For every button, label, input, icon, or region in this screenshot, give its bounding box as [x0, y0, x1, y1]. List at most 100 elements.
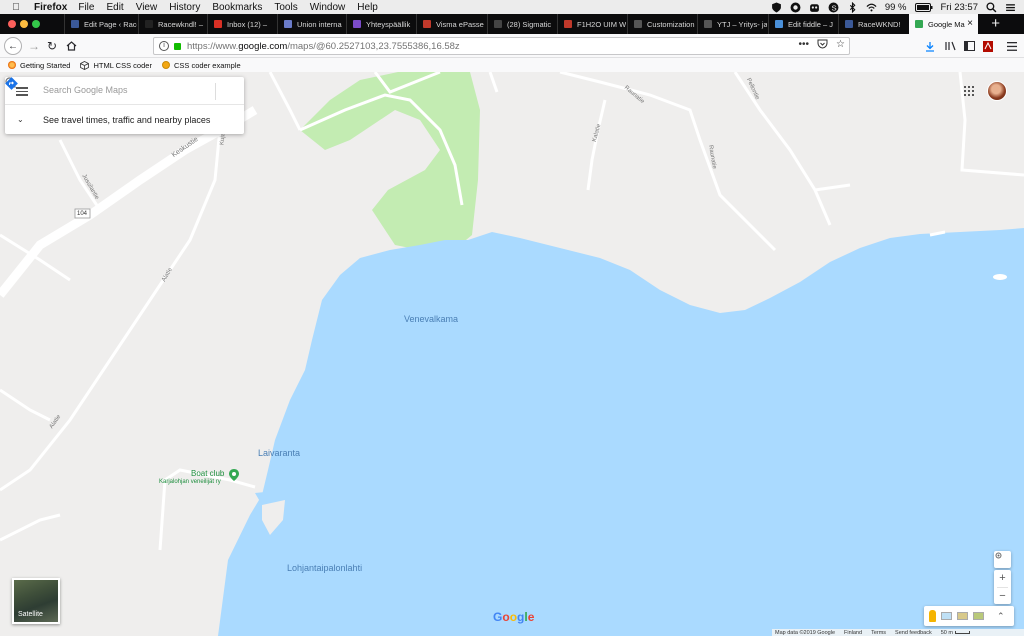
tab[interactable]: Visma ePasse [416, 14, 486, 34]
search-input[interactable] [43, 85, 183, 95]
tab-label: Edit Page ‹ Racew [84, 19, 137, 29]
terms-link[interactable]: Terms [871, 630, 886, 636]
road-label-kuja: Kuja [219, 132, 227, 146]
globe-icon [161, 61, 170, 69]
tab[interactable]: Yhteyspäällik [346, 14, 415, 34]
nav-toolbar: ← → ↻ i https://www. google.com/maps/@60.… [0, 34, 1024, 58]
place-label-lohjantaipalonlahti: Lohjantaipalonlahti [287, 563, 363, 573]
battery-icon[interactable] [914, 2, 933, 12]
favicon-icon [71, 20, 79, 28]
zoom-out-button[interactable]: − [994, 587, 1011, 604]
macos-menubar:  Firefox File Edit View History Bookmar… [0, 0, 1024, 14]
menu-window[interactable]: Window [310, 2, 346, 13]
place-label-laivaranta: Laivaranta [258, 448, 301, 458]
site-info-icon[interactable]: i [159, 41, 169, 51]
url-bar[interactable]: i https://www. google.com/maps/@60.252710… [153, 37, 850, 55]
bookmark-label: CSS coder example [173, 60, 241, 70]
tab[interactable]: YTJ – Yritys- ja yh [697, 14, 767, 34]
bookmark-html-css-coder[interactable]: HTML CSS coder [80, 61, 152, 70]
bluetooth-icon[interactable] [847, 1, 858, 13]
page-actions-icon[interactable]: ••• [799, 39, 810, 50]
poi-boat-club[interactable]: Boat club Karjalohjan veneilijät ry [155, 469, 245, 491]
creative-cloud-icon[interactable] [790, 2, 801, 13]
pocket-icon[interactable] [817, 39, 828, 49]
tab[interactable]: Customization – [627, 14, 696, 34]
satellite-toggle[interactable]: Satellite [12, 578, 60, 624]
reload-button[interactable]: ↻ [44, 38, 60, 54]
imagery-thumbnail[interactable] [941, 612, 952, 620]
attribution-bar: Map data ©2019 Google Finland Terms Send… [772, 629, 1024, 636]
map-data-credit: Map data ©2019 Google [775, 630, 836, 636]
maximize-window-button[interactable] [32, 20, 40, 28]
notification-center-icon[interactable] [1005, 2, 1016, 13]
road [0, 127, 222, 492]
expand-icon[interactable]: ⌃ [997, 611, 1005, 622]
map-canvas[interactable]: Keskustie 104 Jussilantie Alatie Alatie … [0, 72, 1024, 636]
pegman-icon[interactable] [929, 610, 936, 622]
svg-text:S: S [831, 3, 836, 12]
tab[interactable]: (28) Sigmatic [487, 14, 556, 34]
downloads-button[interactable] [922, 38, 938, 54]
back-button[interactable]: ← [4, 37, 22, 55]
imagery-thumbnail[interactable] [973, 612, 984, 620]
hamburger-menu-button[interactable] [1004, 38, 1020, 54]
shield-icon[interactable] [771, 2, 782, 13]
tab[interactable]: Edit fiddle – J [768, 14, 837, 34]
crosshair-icon [995, 552, 1002, 559]
zoom-in-button[interactable]: + [994, 570, 1011, 587]
tab-label: Edit fiddle – J [788, 19, 834, 29]
forward-button[interactable]: → [26, 38, 42, 54]
menu-app-name[interactable]: Firefox [34, 2, 67, 13]
tab-label: Racewkndl! – [158, 19, 204, 29]
skype-icon[interactable]: S [828, 2, 839, 13]
country-link[interactable]: Finland [844, 630, 862, 636]
tab-active[interactable]: Google Ma × [909, 14, 978, 34]
tab[interactable]: Union interna [277, 14, 345, 34]
menu-help[interactable]: Help [357, 2, 378, 13]
google-logo: Google [493, 610, 535, 624]
new-tab-button[interactable]: + [991, 14, 1000, 34]
avatar[interactable] [987, 81, 1007, 101]
pdf-extension-button[interactable] [980, 38, 996, 54]
scale-label[interactable]: 50 m [941, 630, 970, 636]
menu-edit[interactable]: Edit [106, 2, 123, 13]
library-button[interactable] [942, 38, 958, 54]
menu-history[interactable]: History [169, 2, 200, 13]
menu-bookmarks[interactable]: Bookmarks [212, 2, 262, 13]
robot-icon[interactable] [809, 2, 820, 13]
bookmark-css-coder-example[interactable]: CSS coder example [161, 60, 241, 70]
send-feedback-link[interactable]: Send feedback [895, 630, 932, 636]
spotlight-search-icon[interactable] [986, 1, 997, 13]
tab-label: Inbox (12) – [227, 19, 268, 29]
clock[interactable]: Fri 23:57 [941, 2, 979, 13]
road [0, 388, 51, 422]
close-window-button[interactable] [8, 20, 16, 28]
favicon-icon [915, 20, 923, 28]
zoom-controls: + − [994, 570, 1011, 604]
tab[interactable]: RaceWKND! [838, 14, 908, 34]
google-apps-icon[interactable] [964, 86, 974, 96]
url-path: /maps/@60.2527103,23.7555386,16.58z [287, 40, 460, 52]
close-tab-icon[interactable]: × [967, 18, 973, 29]
menu-tools[interactable]: Tools [274, 2, 297, 13]
wifi-icon[interactable] [866, 2, 877, 13]
apple-icon[interactable]:  [10, 2, 22, 13]
menu-view[interactable]: View [136, 2, 158, 13]
tab[interactable]: Racewkndl! – [138, 14, 206, 34]
tab[interactable]: Inbox (12) – [207, 14, 276, 34]
home-button[interactable] [63, 38, 79, 54]
sidebar-button[interactable] [961, 38, 977, 54]
minimize-window-button[interactable] [20, 20, 28, 28]
chevron-down-icon: ⌄ [17, 115, 24, 124]
tab[interactable]: F1H2O UIM W [557, 14, 626, 34]
tab[interactable]: Edit Page ‹ Racew [64, 14, 137, 34]
bookmark-star-icon[interactable]: ☆ [836, 39, 845, 50]
directions-icon[interactable] [5, 77, 18, 90]
sidebar-icon [963, 41, 975, 51]
travel-times-button[interactable]: ⌄ See travel times, traffic and nearby p… [5, 105, 244, 134]
menu-file[interactable]: File [78, 2, 94, 13]
imagery-thumbnail[interactable] [957, 612, 968, 620]
my-location-button[interactable] [994, 551, 1011, 568]
tab-label: (28) Sigmatic [507, 19, 552, 29]
bookmark-getting-started[interactable]: Getting Started [8, 61, 70, 70]
